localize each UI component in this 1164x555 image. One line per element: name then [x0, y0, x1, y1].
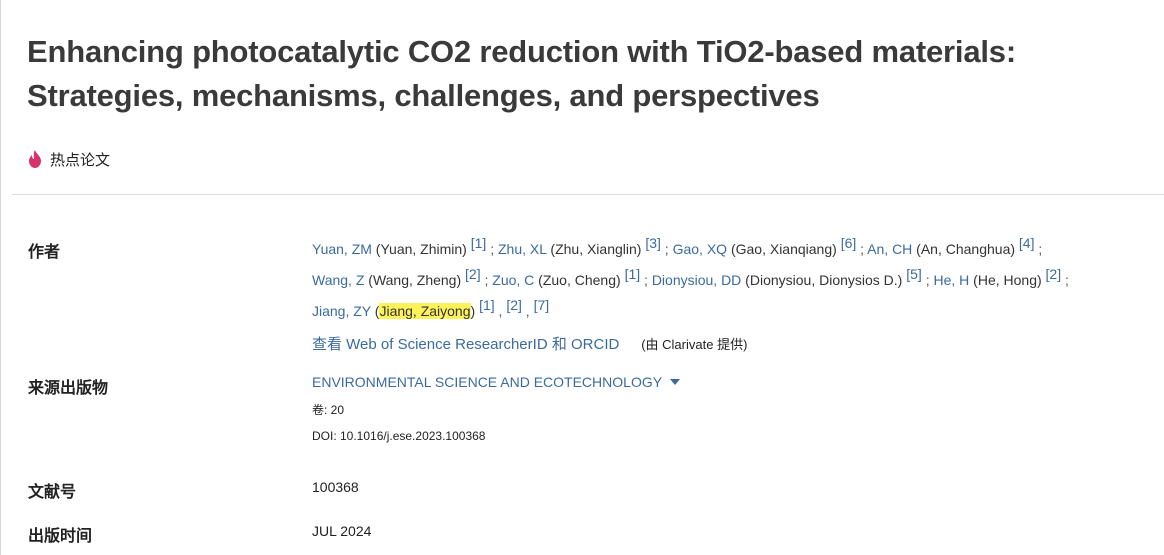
affiliation-ref-link[interactable]: [1] — [471, 235, 487, 251]
author-full-name: (Yuan, Zhimin) — [371, 241, 471, 257]
authors-list: Yuan, ZM (Yuan, Zhimin) [1] ; Zhu, XL (Z… — [312, 234, 1162, 327]
doc-number-label: 文献号 — [28, 484, 77, 501]
author-item: Yuan, ZM (Yuan, Zhimin) [1] — [312, 236, 486, 257]
authors-label: 作者 — [28, 244, 61, 261]
ref-comma: , — [494, 303, 507, 319]
author-item: He, H (He, Hong) [2] — [933, 267, 1061, 288]
author-link[interactable]: Dionysiou, DD — [652, 272, 741, 288]
author-separator: ; — [480, 272, 493, 288]
hot-paper-label: 热点论文 — [50, 151, 111, 169]
author-link[interactable]: Zhu, XL — [498, 241, 547, 257]
article-title: Enhancing photocatalytic CO2 reduction w… — [27, 34, 1016, 113]
clarivate-credit: (由 Clarivate 提供) — [641, 337, 748, 352]
author-separator: ; — [660, 241, 673, 257]
affiliation-ref-link[interactable]: [4] — [1019, 235, 1035, 251]
pub-date-label: 出版时间 — [28, 528, 93, 545]
affiliation-ref-link[interactable]: [2] — [506, 297, 522, 313]
author-item: Jiang, ZY (Jiang, Zaiyong) [1] , [2] , [… — [312, 298, 549, 319]
researcher-row: 查看 Web of Science ResearcherID 和 ORCID (… — [312, 333, 747, 354]
affiliation-ref-link[interactable]: [6] — [841, 235, 857, 251]
left-border — [0, 0, 1, 555]
author-link[interactable]: Jiang, ZY — [312, 303, 371, 319]
affiliation-ref-link[interactable]: [3] — [645, 235, 661, 251]
author-link[interactable]: Zuo, C — [492, 272, 534, 288]
affiliation-ref-link[interactable]: [2] — [465, 266, 481, 282]
author-link[interactable]: Yuan, ZM — [312, 241, 372, 257]
pub-date-value: JUL 2024 — [312, 523, 372, 539]
author-separator: ; — [1034, 241, 1043, 257]
author-full-name: (He, Hong) — [969, 272, 1046, 288]
volume: 卷: 20 — [312, 403, 345, 417]
ref-comma: , — [521, 303, 534, 319]
author-link[interactable]: He, H — [933, 272, 969, 288]
divider — [12, 194, 1164, 195]
author-full-name: (Zhu, Xianglin) — [546, 241, 646, 257]
affiliation-ref-link[interactable]: [1] — [625, 266, 641, 282]
author-full-name-highlighted: Jiang, Zaiyong — [379, 303, 471, 319]
author-link[interactable]: Wang, Z — [312, 272, 364, 288]
author-item: Zhu, XL (Zhu, Xianglin) [3] — [498, 236, 661, 257]
author-item: An, CH (An, Changhua) [4] — [867, 236, 1034, 257]
author-full-name: (Wang, Zheng) — [364, 272, 466, 288]
doc-number-value: 100368 — [312, 479, 359, 495]
affiliation-ref-link[interactable]: [2] — [1046, 266, 1062, 282]
hot-paper-badge: 热点论文 — [28, 148, 110, 170]
affiliation-ref-link[interactable]: [1] — [479, 297, 495, 313]
author-full-name: (An, Changhua) — [912, 241, 1019, 257]
author-item: Zuo, C (Zuo, Cheng) [1] — [492, 267, 640, 288]
author-separator: ; — [486, 241, 498, 257]
source-block: ENVIRONMENTAL SCIENCE AND ECOTECHNOLOGY … — [312, 374, 681, 444]
affiliation-ref-link[interactable]: [7] — [534, 297, 550, 313]
researcherid-orcid-link[interactable]: 查看 Web of Science ResearcherID 和 ORCID — [312, 336, 619, 353]
author-link[interactable]: Gao, XQ — [673, 241, 727, 257]
chevron-down-icon[interactable] — [670, 379, 681, 385]
author-separator: ; — [921, 272, 934, 288]
author-separator: ; — [640, 272, 652, 288]
author-full-name: (Dionysiou, Dionysios D.) — [741, 272, 907, 288]
author-full-name: (Gao, Xianqiang) — [727, 241, 841, 257]
author-full-close: ) — [470, 303, 480, 319]
author-item: Wang, Z (Wang, Zheng) [2] — [312, 267, 481, 288]
author-separator: ; — [1061, 272, 1069, 288]
flame-icon — [29, 150, 41, 168]
author-link[interactable]: An, CH — [867, 241, 912, 257]
author-item: Gao, XQ (Gao, Xianqiang) [6] — [673, 236, 857, 257]
source-label: 来源出版物 — [28, 380, 109, 397]
doi: DOI: 10.1016/j.ese.2023.100368 — [312, 429, 486, 443]
affiliation-ref-link[interactable]: [5] — [906, 266, 922, 282]
journal-link[interactable]: ENVIRONMENTAL SCIENCE AND ECOTECHNOLOGY — [312, 374, 662, 390]
author-full-name: (Zuo, Cheng) — [534, 272, 625, 288]
author-item: Dionysiou, DD (Dionysiou, Dionysios D.) … — [652, 267, 922, 288]
author-separator: ; — [856, 241, 868, 257]
